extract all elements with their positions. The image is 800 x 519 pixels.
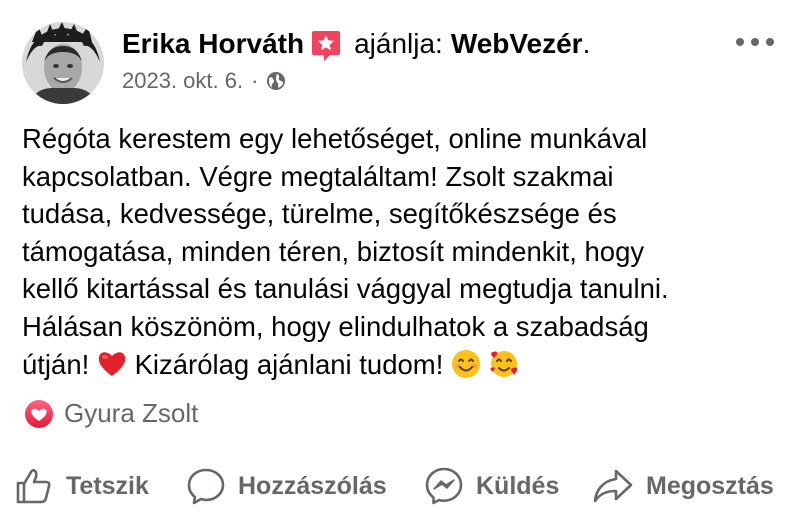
author-avatar[interactable] bbox=[22, 22, 104, 104]
thumbs-up-icon bbox=[16, 468, 51, 504]
recommended-page-name[interactable]: WebVezér bbox=[451, 26, 583, 62]
share-label: Megosztás bbox=[646, 471, 774, 500]
share-arrow-icon bbox=[593, 469, 633, 503]
author-line: Erika Horváth ajánlja: WebVezér . bbox=[122, 26, 720, 62]
reaction-summary[interactable]: Gyura Zsolt bbox=[24, 398, 198, 429]
author-name[interactable]: Erika Horváth bbox=[122, 26, 304, 62]
smiling-face-emoji bbox=[451, 349, 481, 379]
post-text-segment: Kizárólag ajánlani tudom! bbox=[134, 348, 444, 380]
post-card: Erika Horváth ajánlja: WebVezér . 2023. … bbox=[0, 0, 800, 519]
share-button[interactable]: Megosztás bbox=[592, 460, 774, 512]
comment-bubble-icon bbox=[187, 468, 225, 505]
post-text-last-line: útján! Kizárólag ajánlani tudom! bbox=[22, 346, 782, 384]
page-name-period: . bbox=[582, 28, 591, 59]
red-heart-emoji bbox=[97, 349, 127, 379]
send-label: Küldés bbox=[476, 471, 560, 500]
meta-separator: · bbox=[251, 68, 259, 93]
post-header: Erika Horváth ajánlja: WebVezér . 2023. … bbox=[122, 26, 720, 94]
post-text-line: tudása, kedvessége, türelme, segítőkészs… bbox=[22, 198, 617, 230]
post-text-line: támogatása, minden téren, biztosít minde… bbox=[22, 235, 645, 267]
more-options-icon[interactable] bbox=[736, 36, 774, 48]
post-meta: 2023. okt. 6. · bbox=[122, 68, 720, 94]
send-button[interactable]: Küldés bbox=[424, 460, 559, 512]
like-button[interactable]: Tetszik bbox=[14, 460, 149, 512]
smiling-face-with-hearts-emoji bbox=[489, 349, 519, 379]
comment-button[interactable]: Hozzászólás bbox=[186, 460, 387, 512]
more-dot bbox=[736, 38, 744, 46]
globe-icon[interactable] bbox=[266, 71, 286, 91]
post-text-line: Régóta kerestem egy lehetőséget, online … bbox=[22, 123, 648, 154]
post-text-line: kellő kitartással és tanulási vággyal me… bbox=[22, 273, 669, 305]
post-action-bar: Tetszik Hozzászólás Küldés Megosztás bbox=[0, 460, 800, 512]
reaction-user-name: Gyura Zsolt bbox=[64, 398, 199, 428]
more-dot bbox=[766, 38, 774, 46]
recommendation-star-icon bbox=[310, 29, 342, 63]
post-text-line: kapcsolatban. Végre megtaláltam! Zsolt s… bbox=[22, 160, 614, 192]
comment-label: Hozzászólás bbox=[238, 471, 387, 500]
love-reaction-icon bbox=[25, 399, 53, 428]
recommend-verb: ajánlja: bbox=[354, 28, 443, 59]
post-text-segment: útján! bbox=[22, 348, 90, 380]
post-text: Régóta kerestem egy lehetőséget, online … bbox=[22, 120, 782, 383]
messenger-icon bbox=[425, 467, 463, 505]
avatar-image bbox=[22, 22, 104, 104]
post-date[interactable]: 2023. okt. 6. bbox=[122, 68, 243, 94]
like-label: Tetszik bbox=[66, 471, 149, 500]
more-dot bbox=[751, 38, 759, 46]
post-text-line: Hálásan köszönöm, hogy elindulhatok a sz… bbox=[22, 310, 649, 342]
